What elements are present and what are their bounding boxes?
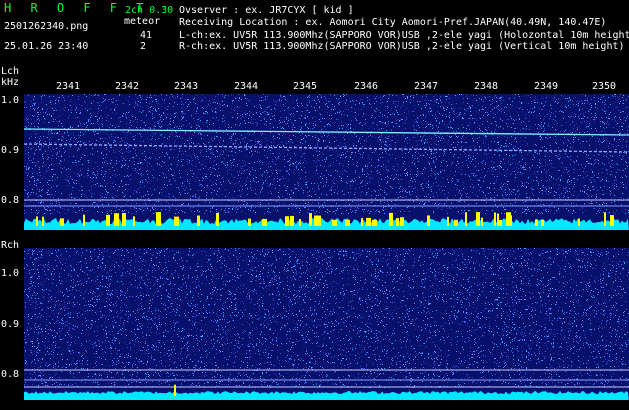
meteor-echo <box>481 217 483 226</box>
meteor-label: meteor <box>124 16 161 27</box>
meteor-echo <box>316 215 321 226</box>
meteor-count-lch: 41 <box>140 30 153 41</box>
time-tick: 2347 <box>413 81 439 92</box>
meteor-echo <box>447 216 449 226</box>
meteor-echo <box>535 219 538 226</box>
meteor-echo <box>361 218 363 226</box>
meteor-echo <box>156 212 161 226</box>
time-tick: 2346 <box>353 81 379 92</box>
meteor-echo <box>366 217 371 226</box>
time-tick: 2341 <box>55 81 81 92</box>
lch-freq-label: 0.8 <box>1 195 20 206</box>
rch-info: R-ch:ex. UV5R 113.900Mhz(SAPPORO VOR)USB… <box>179 41 625 52</box>
meteor-echo <box>197 215 200 226</box>
meteor-echo <box>389 212 393 226</box>
meteor-echo <box>174 384 176 396</box>
meteor-echo <box>83 214 85 226</box>
meteor-count-rch: 2 <box>140 41 147 52</box>
lch-info: L-ch:ex. UV5R 113.900Mhz(SAPPORO VOR)USB… <box>179 30 629 41</box>
meteor-echo <box>290 215 294 226</box>
meteor-echo <box>299 219 301 226</box>
meteor-echo <box>476 212 480 226</box>
meteor-echo <box>36 216 38 226</box>
meteor-echo <box>610 215 614 226</box>
lch-freq-label: 0.9 <box>1 145 20 156</box>
meteor-echo <box>427 215 430 226</box>
time-tick: 2345 <box>292 81 318 92</box>
meteor-echo <box>499 219 502 226</box>
meteor-echo <box>285 216 289 226</box>
meteor-echo <box>133 216 135 226</box>
meteor-echo <box>494 212 496 226</box>
meteor-echo <box>106 214 110 226</box>
meteor-echo <box>60 218 64 226</box>
meteor-echo <box>174 216 179 226</box>
noise-speckle <box>24 94 627 214</box>
time-tick: 2342 <box>114 81 140 92</box>
meteor-echo <box>400 217 404 226</box>
meteor-echo <box>122 213 126 226</box>
meteor-echo <box>216 213 219 226</box>
meteor-echo <box>454 219 458 226</box>
meteor-echo <box>578 218 580 226</box>
meteor-echo <box>497 213 499 226</box>
location-info: Receiving Location : ex. Aomori City Aom… <box>179 17 607 28</box>
lch-freq-label: 1.0 <box>1 95 20 106</box>
meteor-echo <box>309 213 312 226</box>
lch-label: Lch <box>1 66 20 77</box>
time-tick: 2348 <box>473 81 499 92</box>
time-tick: 2343 <box>173 81 199 92</box>
meteor-echo <box>42 216 44 226</box>
noise-speckle <box>24 248 629 388</box>
freq-unit-label: kHz <box>1 77 20 88</box>
time-tick: 2349 <box>533 81 559 92</box>
rch-freq-label: 0.9 <box>1 319 20 330</box>
lch-spectrogram <box>24 94 629 230</box>
observer-info: Ovserver : ex. JR7CYX [ kid ] <box>179 5 354 16</box>
meteor-echo <box>396 218 399 226</box>
meteor-echo <box>506 212 511 226</box>
meteor-echo <box>345 219 350 226</box>
date-time: 25.01.26 23:40 <box>4 41 89 52</box>
time-tick: 2344 <box>233 81 259 92</box>
time-tick: 2350 <box>591 81 617 92</box>
noise-speckle <box>24 94 627 214</box>
meteor-echo <box>374 219 377 226</box>
rch-noise-layer <box>24 248 629 400</box>
meteor-echo <box>604 212 606 226</box>
meteor-echo <box>262 218 267 226</box>
rch-freq-label: 1.0 <box>1 268 20 279</box>
meteor-echo <box>114 213 119 226</box>
file-name: 2501262340.png <box>4 21 89 32</box>
signal-level <box>24 391 629 400</box>
version-label: 2ch 0.30 <box>125 5 174 16</box>
rch-spectrogram <box>24 248 629 400</box>
rch-label: Rch <box>1 240 20 251</box>
meteor-echo <box>332 219 337 226</box>
meteor-echo <box>541 219 544 226</box>
lch-noise-layer <box>24 94 629 230</box>
meteor-echo <box>248 218 251 226</box>
meteor-echo <box>465 212 467 226</box>
rch-freq-label: 0.8 <box>1 369 20 380</box>
